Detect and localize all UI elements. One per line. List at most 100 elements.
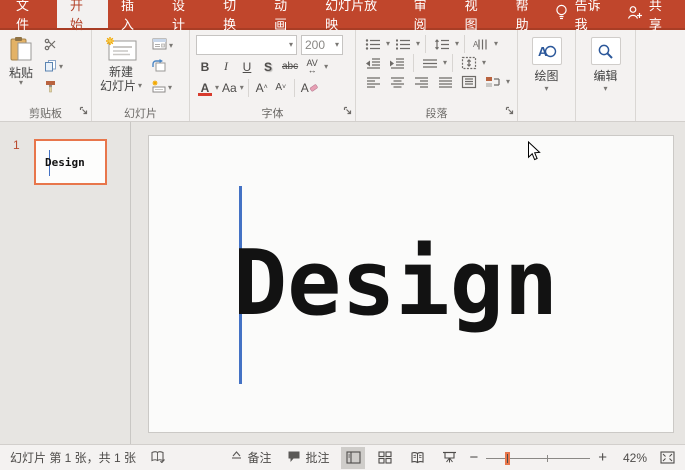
smartart-dropdown-icon[interactable]: ▾ [506,78,510,86]
tab-file[interactable]: 文件 [0,0,57,32]
clipboard-dialog-launcher[interactable] [79,106,88,118]
font-size-combobox[interactable]: 200 ▾ [301,35,343,55]
font-name-combobox[interactable]: ▾ [196,35,297,55]
drawing-dropdown-icon[interactable]: ▾ [544,85,548,93]
text-direction-button[interactable]: A [470,35,492,53]
underline-button[interactable]: U [238,57,256,76]
font-size-value: 200 [305,38,326,52]
search-icon [590,37,621,65]
mouse-cursor [527,140,541,165]
decrease-indent-button[interactable] [362,54,384,72]
powerpoint-window: 文件 开始 插入 设计 切换 动画 幻灯片放映 审阅 视图 帮助 告诉我 共享 [0,0,685,470]
zoom-out-button[interactable]: − [469,449,478,466]
bullets-button[interactable] [362,35,384,53]
editing-dropdown-icon[interactable]: ▾ [603,85,607,93]
tab-view[interactable]: 视图 [452,0,503,32]
section-button[interactable]: ▾ [149,78,176,97]
numbering-dropdown-icon[interactable]: ▾ [416,40,420,48]
font-color-button[interactable]: A [196,78,214,97]
ribbon-tab-bar: 文件 开始 插入 设计 切换 动画 幻灯片放映 审阅 视图 帮助 告诉我 共享 [0,0,685,32]
tab-slideshow[interactable]: 幻灯片放映 [312,0,401,32]
new-slide-button[interactable]: 新建 幻灯片 ▾ [96,34,146,104]
tell-me-button[interactable]: 告诉我 [575,0,611,33]
slide-thumbnail[interactable]: Design [34,139,107,185]
increase-indent-button[interactable] [386,54,408,72]
clear-formatting-button[interactable]: A [299,78,320,97]
align-right-button[interactable] [410,73,432,91]
align-center-button[interactable] [386,73,408,91]
bullets-dropdown-icon[interactable]: ▾ [386,40,390,48]
tab-home[interactable]: 开始 [57,0,109,32]
tab-insert[interactable]: 插入 [108,0,159,32]
font-size-dropdown-icon[interactable]: ▾ [335,41,339,49]
section-icon [152,80,166,96]
tab-animations[interactable]: 动画 [261,0,312,32]
tab-review[interactable]: 审阅 [401,0,452,32]
comments-button[interactable]: 批注 [283,447,333,468]
tab-design[interactable]: 设计 [159,0,210,32]
paste-button[interactable]: 粘贴 ▾ [4,34,38,104]
copy-button[interactable]: ▾ [41,57,66,76]
tab-transitions[interactable]: 切换 [210,0,261,32]
slide-sorter-view-button[interactable] [373,447,397,469]
cut-button[interactable] [41,36,66,55]
add-remove-columns-button[interactable] [419,54,441,72]
notes-button[interactable]: 备注 [226,447,275,468]
proofing-icon[interactable] [150,450,165,466]
zoom-in-button[interactable]: + [598,449,607,466]
slide-title-text[interactable]: Design [233,239,558,329]
copy-dropdown-icon[interactable]: ▾ [59,62,63,70]
line-spacing-button[interactable] [431,35,453,53]
editing-button[interactable]: 编辑 ▾ [583,34,629,121]
font-color-dropdown-icon[interactable]: ▾ [215,83,219,91]
text-direction-dropdown-icon[interactable]: ▾ [494,40,498,48]
thumbnail-text: Design [45,156,85,169]
paragraph-dialog-launcher[interactable] [505,106,514,118]
align-text-button[interactable] [458,54,480,72]
paste-dropdown-icon[interactable]: ▾ [19,79,23,87]
increase-font-size-button[interactable]: A ˄ [253,78,271,97]
new-slide-dropdown-icon[interactable]: ▾ [138,82,142,90]
zoom-slider-thumb[interactable] [504,451,510,465]
section-dropdown-icon[interactable]: ▾ [168,83,172,91]
line-spacing-dropdown-icon[interactable]: ▾ [455,40,459,48]
convert-to-smartart-button[interactable] [482,73,504,91]
font-name-dropdown-icon[interactable]: ▾ [289,41,293,49]
align-left-button[interactable] [362,73,384,91]
zoom-slider[interactable] [486,451,591,465]
text-shadow-button[interactable]: S [259,57,277,76]
drawing-button[interactable]: A 绘图 ▾ [524,34,570,121]
numbering-button[interactable] [392,35,414,53]
columns-dropdown-icon[interactable]: ▾ [443,59,447,67]
reading-view-button[interactable] [405,447,429,469]
character-spacing-button[interactable]: AV ↔ [303,57,321,76]
slide-number: 1 [13,138,20,152]
slideshow-view-button[interactable] [437,447,461,469]
distribute-columns-button[interactable] [458,73,480,91]
tab-help[interactable]: 帮助 [503,0,554,32]
slide-thumbnail-panel: 1 Design [0,122,131,444]
change-case-dropdown-icon[interactable]: ▾ [240,83,244,91]
zoom-percentage[interactable]: 42% [615,451,647,465]
align-text-dropdown-icon[interactable]: ▾ [482,59,486,67]
character-spacing-dropdown-icon[interactable]: ▾ [324,62,328,70]
slide-editing-area[interactable]: Design [131,122,685,444]
decrease-font-size-button[interactable]: A ˅ [272,78,290,97]
change-case-button[interactable]: Aa [220,78,239,97]
layout-dropdown-icon[interactable]: ▾ [169,41,173,49]
slide-canvas[interactable]: Design [148,135,674,433]
svg-text:A: A [538,44,548,59]
italic-button[interactable]: I [217,57,235,76]
fit-to-window-button[interactable] [655,447,679,469]
font-dialog-launcher[interactable] [343,106,352,118]
reset-slide-button[interactable] [149,57,176,76]
format-painter-button[interactable] [41,78,66,97]
drawing-icon: A [531,37,562,65]
share-button[interactable]: 共享 [649,0,673,33]
normal-view-button[interactable] [341,446,366,469]
slide-layout-button[interactable]: ▾ [149,36,176,55]
slides-group-label: 幻灯片 [124,107,157,120]
justify-button[interactable] [434,73,456,91]
strikethrough-button[interactable]: abc [280,57,300,76]
bold-button[interactable]: B [196,57,214,76]
